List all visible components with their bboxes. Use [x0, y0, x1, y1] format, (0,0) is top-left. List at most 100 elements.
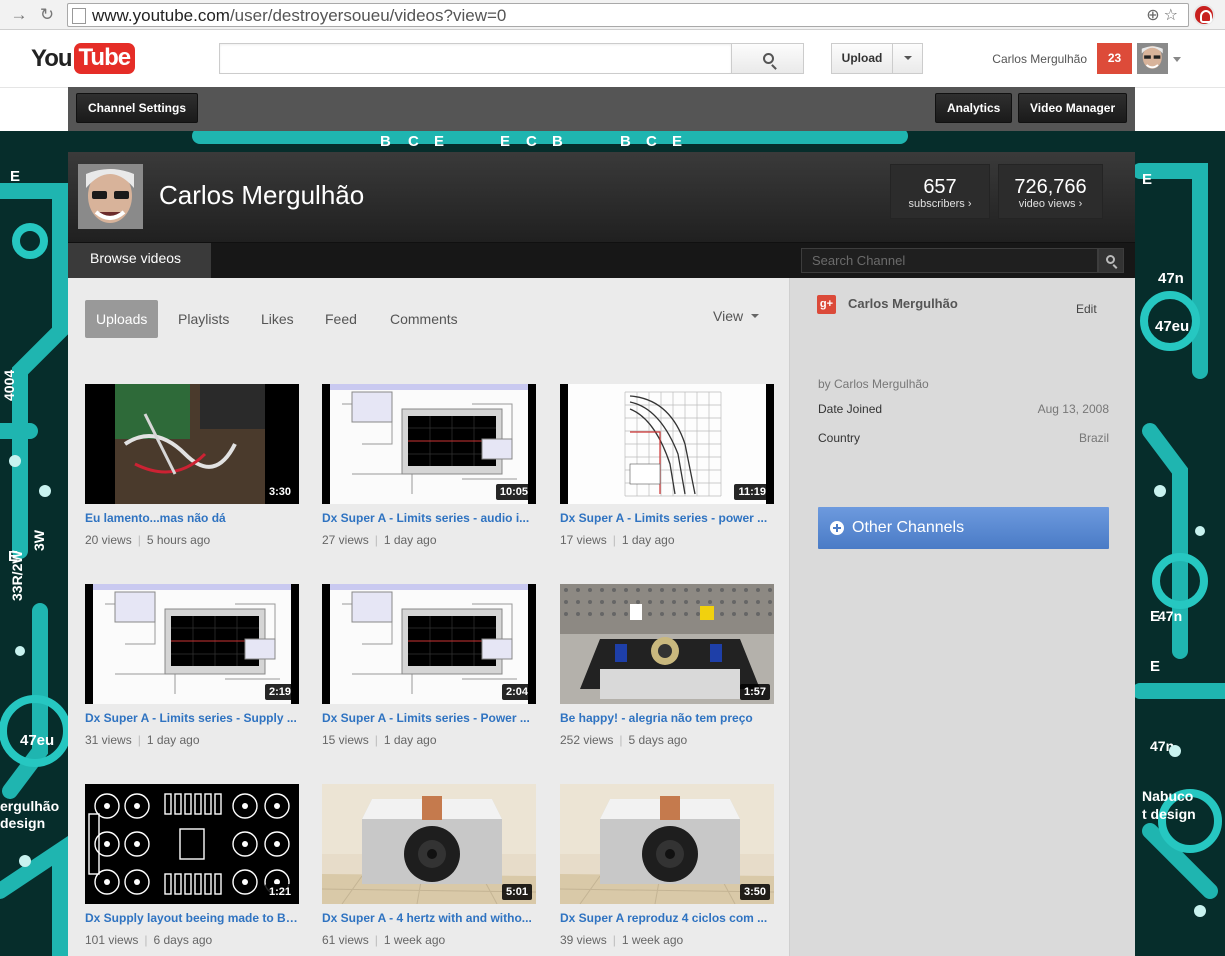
meta-separator: | — [612, 933, 616, 947]
svg-text:E: E — [1150, 658, 1160, 675]
notification-count[interactable]: 23 — [1097, 43, 1132, 74]
video-title-link[interactable]: Dx Super A - Limits series - Supply ... — [85, 711, 299, 725]
video-thumbnail[interactable]: 5:01 — [322, 784, 536, 904]
forward-icon[interactable]: → — [8, 4, 30, 26]
channel-search-button[interactable] — [1098, 248, 1124, 273]
video-views: 61 views — [322, 933, 369, 947]
account-chevron-down-icon[interactable] — [1173, 57, 1181, 62]
url-text: www.youtube.com/user/destroyersoueu/vide… — [92, 6, 507, 25]
video-thumbnail[interactable]: 2:04 — [322, 584, 536, 704]
video-manager-button[interactable]: Video Manager — [1018, 93, 1128, 123]
video-meta: 39 views | 1 week ago — [560, 933, 683, 947]
video-title-link[interactable]: Dx Super A - 4 hertz with and witho... — [322, 911, 536, 925]
browse-videos-tab[interactable]: Browse videos — [68, 243, 211, 278]
by-line: by Carlos Mergulhão — [818, 377, 929, 391]
video-title-link[interactable]: Dx Super A - Limits series - Power ... — [322, 711, 536, 725]
view-dropdown[interactable]: View — [713, 308, 759, 324]
video-duration: 1:57 — [739, 684, 770, 700]
video-title-link[interactable]: Dx Super A reproduz 4 ciclos com ... — [560, 911, 774, 925]
video-duration: 2:04 — [501, 684, 532, 700]
zoom-icon[interactable]: ⊕ — [1146, 7, 1163, 24]
video-meta: 101 views | 6 days ago — [85, 933, 212, 947]
tab-feed[interactable]: Feed — [325, 300, 357, 338]
subscribers-stat[interactable]: 657 subscribers › — [890, 164, 990, 219]
svg-text:E: E — [10, 168, 20, 185]
video-age: 5 days ago — [628, 733, 688, 747]
channel-owner-toolbar: Channel Settings Analytics Video Manager — [68, 87, 1135, 131]
video-views: 17 views — [560, 533, 607, 547]
video-thumbnail[interactable]: 1:21 — [85, 784, 299, 904]
video-views-stat[interactable]: 726,766 video views › — [998, 164, 1103, 219]
upload-dropdown-icon[interactable] — [892, 43, 923, 74]
video-meta: 17 views | 1 day ago — [560, 533, 675, 547]
zoom-star-icons[interactable]: ⊕☆ — [1146, 5, 1182, 25]
video-duration: 11:19 — [734, 484, 770, 500]
tab-comments[interactable]: Comments — [390, 300, 458, 338]
search-icon — [1106, 255, 1115, 264]
video-age: 6 days ago — [153, 933, 213, 947]
reload-icon[interactable]: ↻ — [36, 4, 58, 26]
video-title-link[interactable]: Dx Supply layout beeing made to Br... — [85, 911, 299, 925]
other-channels-button[interactable]: Other Channels — [818, 507, 1109, 549]
avatar[interactable] — [1137, 43, 1168, 74]
google-plus-icon[interactable]: g+ — [817, 295, 836, 314]
video-thumbnail[interactable]: 3:30 — [85, 384, 299, 504]
video-meta: 27 views | 1 day ago — [322, 533, 437, 547]
channel-header: Carlos Mergulhão 657 subscribers › 726,7… — [68, 152, 1135, 242]
video-thumbnail[interactable]: 2:19 — [85, 584, 299, 704]
tab-likes[interactable]: Likes — [261, 300, 294, 338]
video-duration: 2:19 — [264, 684, 295, 700]
meta-separator: | — [137, 533, 141, 547]
video-views: 27 views — [322, 533, 369, 547]
video-age: 1 week ago — [383, 933, 446, 947]
video-duration: 3:50 — [739, 884, 770, 900]
channel-title: Carlos Mergulhão — [159, 180, 365, 210]
video-title-link[interactable]: Dx Super A - Limits series - audio i... — [322, 511, 536, 525]
svg-text:C: C — [526, 133, 537, 150]
analytics-button[interactable]: Analytics — [935, 93, 1013, 123]
tab-playlists[interactable]: Playlists — [178, 300, 229, 338]
video-thumbnail[interactable]: 1:57 — [560, 584, 774, 704]
edit-link[interactable]: Edit — [1076, 302, 1097, 316]
youtube-header: You Tube Upload Carlos Mergulhão 23 — [0, 31, 1225, 88]
bookmark-star-icon[interactable]: ☆ — [1164, 7, 1182, 24]
user-name[interactable]: Carlos Mergulhão — [970, 52, 1087, 66]
video-thumbnail[interactable]: 3:50 — [560, 784, 774, 904]
search-button[interactable] — [731, 43, 804, 74]
svg-text:C: C — [408, 133, 419, 150]
tab-uploads[interactable]: Uploads — [85, 300, 159, 338]
search-input[interactable] — [219, 43, 732, 74]
meta-separator: | — [612, 533, 616, 547]
svg-text:4004: 4004 — [1, 370, 17, 401]
date-joined-row: Date Joined Aug 13, 2008 — [818, 402, 1109, 416]
plus-circle-icon — [830, 521, 844, 535]
extension-power-icon[interactable] — [1193, 4, 1215, 26]
channel-avatar[interactable] — [78, 164, 143, 229]
video-thumbnail[interactable]: 11:19 — [560, 384, 774, 504]
svg-text:47n: 47n — [1158, 608, 1182, 624]
video-age: 1 day ago — [383, 733, 437, 747]
channel-settings-button[interactable]: Channel Settings — [76, 93, 199, 123]
video-meta: 61 views | 1 week ago — [322, 933, 445, 947]
upload-button[interactable]: Upload — [831, 43, 893, 74]
video-thumbnail[interactable]: 10:05 — [322, 384, 536, 504]
address-bar[interactable]: www.youtube.com/user/destroyersoueu/vide… — [67, 3, 1189, 27]
svg-text:47eu: 47eu — [20, 732, 54, 749]
video-age: 1 day ago — [146, 733, 200, 747]
video-views: 101 views — [85, 933, 139, 947]
video-title-link[interactable]: Be happy! - alegria não tem preço — [560, 711, 774, 725]
videos-panel: Uploads Playlists Likes Feed Comments Vi… — [68, 278, 789, 956]
country-label: Country — [818, 431, 861, 445]
video-title-link[interactable]: Eu lamento...mas não dá — [85, 511, 299, 525]
svg-text:E: E — [1142, 171, 1152, 188]
channel-search-input[interactable] — [801, 248, 1098, 273]
video-meta: 31 views | 1 day ago — [85, 733, 200, 747]
video-meta: 15 views | 1 day ago — [322, 733, 437, 747]
sidebar-channel-name[interactable]: Carlos Mergulhão — [848, 296, 958, 311]
country-row: Country Brazil — [818, 431, 1109, 445]
video-title-link[interactable]: Dx Super A - Limits series - power ... — [560, 511, 774, 525]
svg-text:47n: 47n — [1158, 270, 1184, 287]
svg-text:B: B — [620, 133, 631, 150]
youtube-logo[interactable]: You Tube — [31, 43, 136, 74]
video-views: 31 views — [85, 733, 132, 747]
